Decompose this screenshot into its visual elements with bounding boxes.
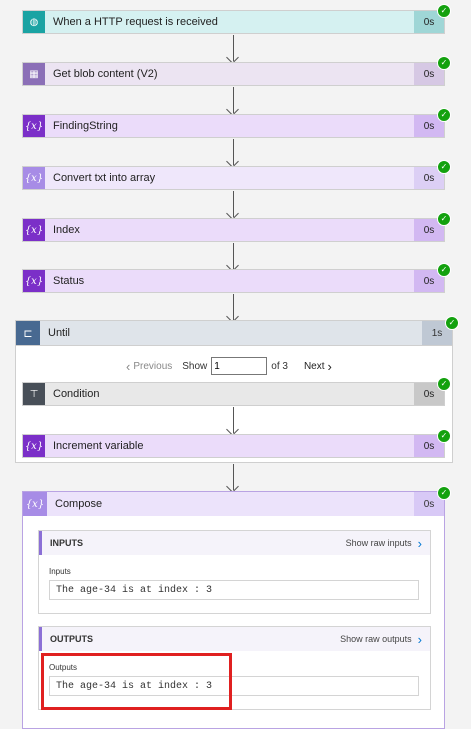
iteration-pager: ‹ Previous Show of 3 Next ›	[126, 357, 332, 375]
chevron-left-icon: ‹	[126, 358, 131, 374]
previous-button[interactable]: ‹ Previous	[126, 359, 172, 374]
check-icon: ✓	[437, 160, 451, 174]
variable-icon: {x}	[23, 270, 45, 292]
step-title: Increment variable	[53, 440, 144, 452]
show-raw-outputs-link[interactable]: Show raw outputs ›	[340, 632, 422, 647]
compose-title: Compose	[55, 498, 103, 510]
step-title: Status	[53, 275, 85, 287]
chevron-right-icon: ›	[327, 358, 332, 374]
step-convert-array[interactable]: {x} Convert txt into array 0s	[22, 166, 445, 190]
globe-icon: ◍	[23, 11, 45, 33]
check-icon: ✓	[437, 377, 451, 391]
flow-arrow	[233, 139, 234, 165]
variable-icon: {x}	[23, 435, 45, 457]
highlight-box	[41, 653, 232, 710]
step-title: Condition	[53, 388, 100, 400]
step-finding-string[interactable]: {x} FindingString 0s	[22, 114, 445, 138]
step-status[interactable]: {x} Status 0s	[22, 269, 445, 293]
step-title: Convert txt into array	[53, 172, 156, 184]
compose-header[interactable]: {x} Compose 0s	[23, 492, 444, 516]
variable-icon: {x}	[23, 492, 47, 516]
inputs-panel: INPUTS Show raw inputs › Inputs The age-…	[38, 530, 431, 614]
show-label: Show	[182, 360, 208, 372]
variable-icon: {x}	[23, 167, 45, 189]
condition-icon: ⊤	[23, 383, 45, 405]
step-condition[interactable]: ⊤ Condition 0s	[22, 382, 445, 406]
variable-icon: {x}	[23, 219, 45, 241]
step-get-blob[interactable]: ▦ Get blob content (V2) 0s	[22, 62, 445, 86]
flow-arrow	[233, 35, 234, 61]
check-icon: ✓	[437, 108, 451, 122]
flow-arrow	[233, 243, 234, 269]
inputs-label: Inputs	[49, 567, 71, 576]
loop-icon: ⊏	[16, 321, 40, 345]
step-title: Index	[53, 224, 80, 236]
show-raw-inputs-link[interactable]: Show raw inputs ›	[346, 536, 422, 551]
step-title: FindingString	[53, 120, 118, 132]
chevron-right-icon: ›	[417, 535, 422, 551]
chevron-right-icon: ›	[417, 631, 422, 647]
step-http-request[interactable]: ◍ When a HTTP request is received 0s	[22, 10, 445, 34]
next-button[interactable]: Next ›	[304, 359, 332, 374]
check-icon: ✓	[437, 429, 451, 443]
step-increment-variable[interactable]: {x} Increment variable 0s	[22, 434, 445, 458]
iteration-total: of 3	[271, 360, 288, 372]
step-title: Get blob content (V2)	[53, 68, 158, 80]
flow-arrow	[233, 464, 234, 490]
flow-arrow	[233, 191, 234, 217]
iteration-input[interactable]	[211, 357, 268, 375]
flow-arrow	[233, 407, 234, 433]
check-icon: ✓	[437, 4, 451, 18]
check-icon: ✓	[437, 212, 451, 226]
outputs-header: OUTPUTS Show raw outputs ›	[39, 627, 430, 651]
flow-arrow	[233, 294, 234, 320]
until-header[interactable]: ⊏ Until 1s	[16, 321, 452, 346]
blob-icon: ▦	[23, 63, 45, 85]
check-icon: ✓	[445, 316, 459, 330]
check-icon: ✓	[437, 486, 451, 500]
inputs-header: INPUTS Show raw inputs ›	[39, 531, 430, 555]
check-icon: ✓	[437, 56, 451, 70]
until-title: Until	[48, 327, 71, 339]
step-index[interactable]: {x} Index 0s	[22, 218, 445, 242]
check-icon: ✓	[437, 263, 451, 277]
step-title: When a HTTP request is received	[53, 16, 218, 28]
flow-arrow	[233, 87, 234, 113]
inputs-value: The age-34 is at index : 3	[49, 580, 419, 600]
variable-icon: {x}	[23, 115, 45, 137]
